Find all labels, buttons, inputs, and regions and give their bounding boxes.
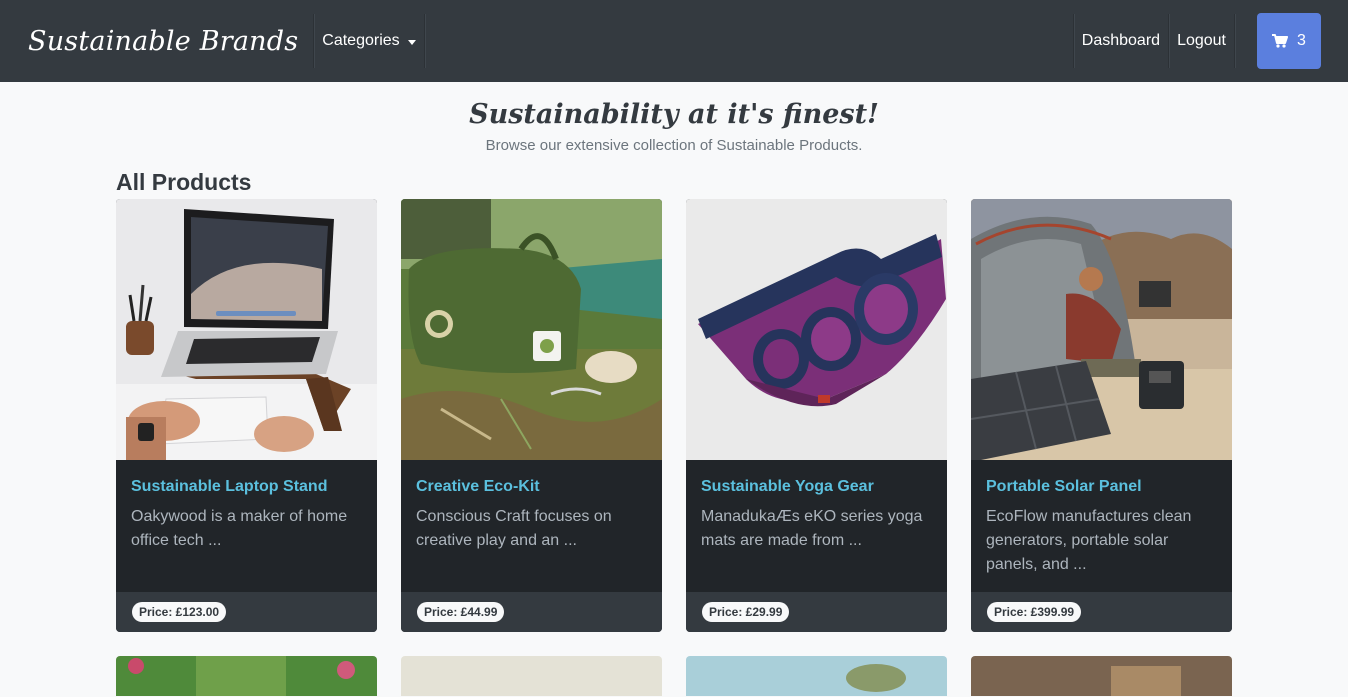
hero: Sustainability at it's finest! Browse ou… bbox=[0, 98, 1348, 156]
caret-down-icon bbox=[407, 39, 416, 45]
page-tagline: Sustainability at it's finest! bbox=[469, 99, 879, 130]
product-description: Oakywood is a maker of home office tech … bbox=[131, 508, 348, 549]
nav-divider bbox=[1234, 14, 1235, 68]
card-footer: Price: £123.00 bbox=[116, 592, 377, 632]
product-image[interactable] bbox=[401, 199, 662, 460]
cart-icon bbox=[1272, 34, 1289, 48]
product-description: ManadukaÆs eKO series yoga mats are made… bbox=[701, 508, 923, 549]
cart-button[interactable]: 3 bbox=[1257, 13, 1321, 69]
product-description: EcoFlow manufactures clean generators, p… bbox=[986, 508, 1192, 573]
product-card: Sustainable Yoga Gear ManadukaÆs eKO ser… bbox=[686, 199, 947, 632]
card-body: Sustainable Yoga Gear ManadukaÆs eKO ser… bbox=[686, 460, 947, 592]
product-card: Creative Eco-Kit Conscious Craft focuses… bbox=[401, 199, 662, 632]
price-badge: Price: £29.99 bbox=[702, 602, 790, 622]
section-title: All Products bbox=[116, 169, 252, 195]
logout-link[interactable]: Logout bbox=[1169, 14, 1234, 68]
product-title[interactable]: Sustainable Yoga Gear bbox=[701, 477, 932, 497]
page-subtitle: Browse our extensive collection of Susta… bbox=[485, 137, 863, 154]
product-card: Sustainable Laptop Stand Oakywood is a m… bbox=[116, 199, 377, 632]
card-footer: Price: £44.99 bbox=[401, 592, 662, 632]
products-container: All Products Sustainable Laptop Stand Oa… bbox=[116, 167, 1232, 696]
cart-count: 3 bbox=[1297, 32, 1306, 49]
navbar: Sustainable Brands Categories Dashboard … bbox=[0, 0, 1348, 82]
product-title[interactable]: Portable Solar Panel bbox=[986, 477, 1217, 497]
product-card: Portable Solar Panel EcoFlow manufacture… bbox=[971, 199, 1232, 632]
categories-dropdown[interactable]: Categories bbox=[314, 14, 423, 68]
brand-logo[interactable]: Sustainable Brands bbox=[28, 26, 298, 57]
categories-label: Categories bbox=[322, 32, 400, 49]
product-image[interactable] bbox=[116, 199, 377, 460]
price-badge: Price: £44.99 bbox=[417, 602, 505, 622]
price-badge: Price: £399.99 bbox=[987, 602, 1082, 622]
card-footer: Price: £399.99 bbox=[971, 592, 1232, 632]
card-body: Creative Eco-Kit Conscious Craft focuses… bbox=[401, 460, 662, 592]
nav-divider bbox=[423, 14, 425, 68]
card-body: Sustainable Laptop Stand Oakywood is a m… bbox=[116, 460, 377, 592]
product-card-partial[interactable] bbox=[971, 656, 1232, 696]
product-grid: Sustainable Laptop Stand Oakywood is a m… bbox=[116, 199, 1232, 696]
product-image[interactable] bbox=[686, 199, 947, 460]
product-card-partial[interactable] bbox=[116, 656, 377, 696]
dashboard-link[interactable]: Dashboard bbox=[1074, 14, 1168, 68]
product-image[interactable] bbox=[971, 199, 1232, 460]
product-description: Conscious Craft focuses on creative play… bbox=[416, 508, 612, 549]
product-title[interactable]: Sustainable Laptop Stand bbox=[131, 477, 362, 497]
product-card-partial[interactable] bbox=[686, 656, 947, 696]
price-badge: Price: £123.00 bbox=[132, 602, 227, 622]
card-footer: Price: £29.99 bbox=[686, 592, 947, 632]
product-title[interactable]: Creative Eco-Kit bbox=[416, 477, 647, 497]
product-card-partial[interactable] bbox=[401, 656, 662, 696]
card-body: Portable Solar Panel EcoFlow manufacture… bbox=[971, 460, 1232, 592]
